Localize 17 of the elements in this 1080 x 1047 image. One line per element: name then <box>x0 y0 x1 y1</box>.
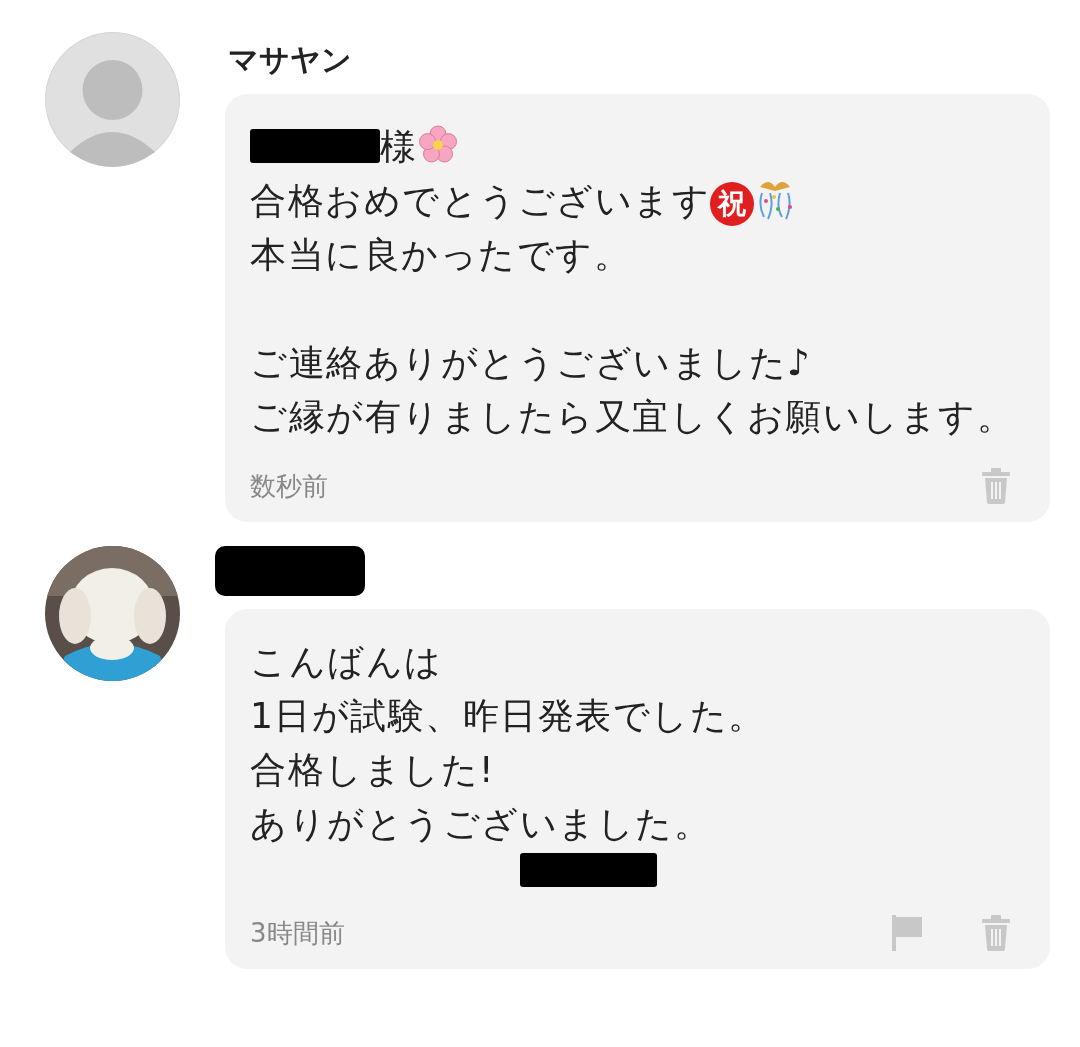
message-text: 1日が試験、昨日発表でした。 <box>250 695 766 736</box>
message-text: ご縁が有りましたら又宜しくお願いします。 <box>250 396 1014 437</box>
trash-icon[interactable] <box>980 468 1012 504</box>
message-text: ありがとうございました。 <box>250 803 711 844</box>
flag-icon[interactable] <box>892 915 922 951</box>
message-text: こんばんは <box>250 641 443 682</box>
message-text: 合格おめでとうございます <box>250 180 710 221</box>
author-name: マサヤン <box>228 41 353 79</box>
blossom-icon <box>417 125 458 165</box>
timestamp: 3時間前 <box>250 916 346 950</box>
trash-icon[interactable] <box>980 915 1012 951</box>
message-text: 本当に良かったです。 <box>250 234 631 275</box>
message-text: 様 <box>380 126 418 167</box>
message-text: ご連絡ありがとうございました♪ <box>250 342 812 383</box>
celebration-badge: 祝 <box>710 182 754 226</box>
message-text: 合格しました! <box>250 749 495 790</box>
timestamp: 数秒前 <box>250 469 329 503</box>
